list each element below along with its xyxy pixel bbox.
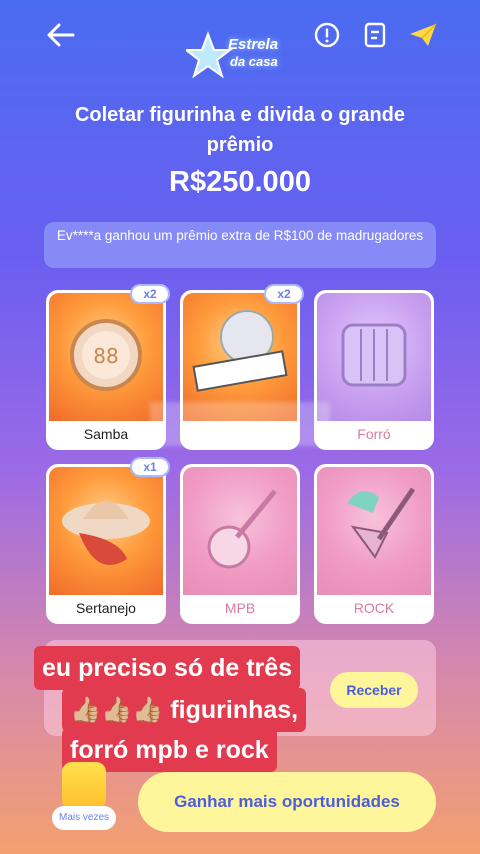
sticker-card-samba[interactable]: 88 Samba xyxy=(46,290,166,450)
sticker-art-tambourine: 88 xyxy=(49,293,163,421)
sticker-label: Sertanejo xyxy=(76,600,136,616)
page-title: Coletar figurinha e divida o grande prêm… xyxy=(74,104,406,156)
back-arrow-icon[interactable] xyxy=(44,18,78,52)
count-badge: x1 xyxy=(130,457,170,477)
estrela-da-casa-logo: Estrela da casa xyxy=(183,30,302,82)
sticker-art-rock-guitar xyxy=(317,467,431,595)
logo-star-icon xyxy=(183,31,233,79)
winner-notice: Ev****a ganhou um prêmio extra de R$100 … xyxy=(44,222,436,268)
send-icon[interactable] xyxy=(408,20,438,50)
sticker-art-cowboy-hat xyxy=(49,467,163,595)
notes-icon[interactable] xyxy=(360,20,390,50)
sticker-label: Forró xyxy=(357,426,391,442)
count-badge: x2 xyxy=(130,284,170,304)
sticker-card-mpb[interactable]: MPB xyxy=(180,464,300,624)
sticker-card-forro[interactable]: Forró xyxy=(314,290,434,450)
prize-amount: R$250.000 xyxy=(169,166,311,198)
receive-button[interactable]: Receber xyxy=(330,672,418,708)
more-chances-button[interactable]: Ganhar mais oportunidades xyxy=(138,772,436,832)
sticker-card-sertanejo[interactable]: Sertanejo xyxy=(46,464,166,624)
sticker-art-guitar xyxy=(183,467,297,595)
mascot-icon xyxy=(62,762,106,810)
info-icon[interactable] xyxy=(312,20,342,50)
sticker-label: MPB xyxy=(224,600,256,616)
logo-text-line1: Estrela xyxy=(228,36,279,53)
sticker-label: Samba xyxy=(83,426,129,442)
more-times-button[interactable]: Mais vezes xyxy=(52,806,116,830)
overlay-caption-line1: eu preciso só de três xyxy=(34,646,301,690)
overlay-caption-line2: 👍🏼👍🏼👍🏼 figurinhas, xyxy=(62,688,307,732)
sticker-label: ROCK xyxy=(353,600,395,616)
count-badge: x2 xyxy=(264,284,304,304)
sticker-card-rock[interactable]: ROCK xyxy=(314,464,434,624)
logo-text-line2: da casa xyxy=(230,54,278,69)
svg-text:88: 88 xyxy=(93,344,118,368)
sticker-art-accordion xyxy=(317,293,431,421)
video-glare xyxy=(150,402,330,446)
top-bar: Estrela da casa xyxy=(0,0,480,80)
